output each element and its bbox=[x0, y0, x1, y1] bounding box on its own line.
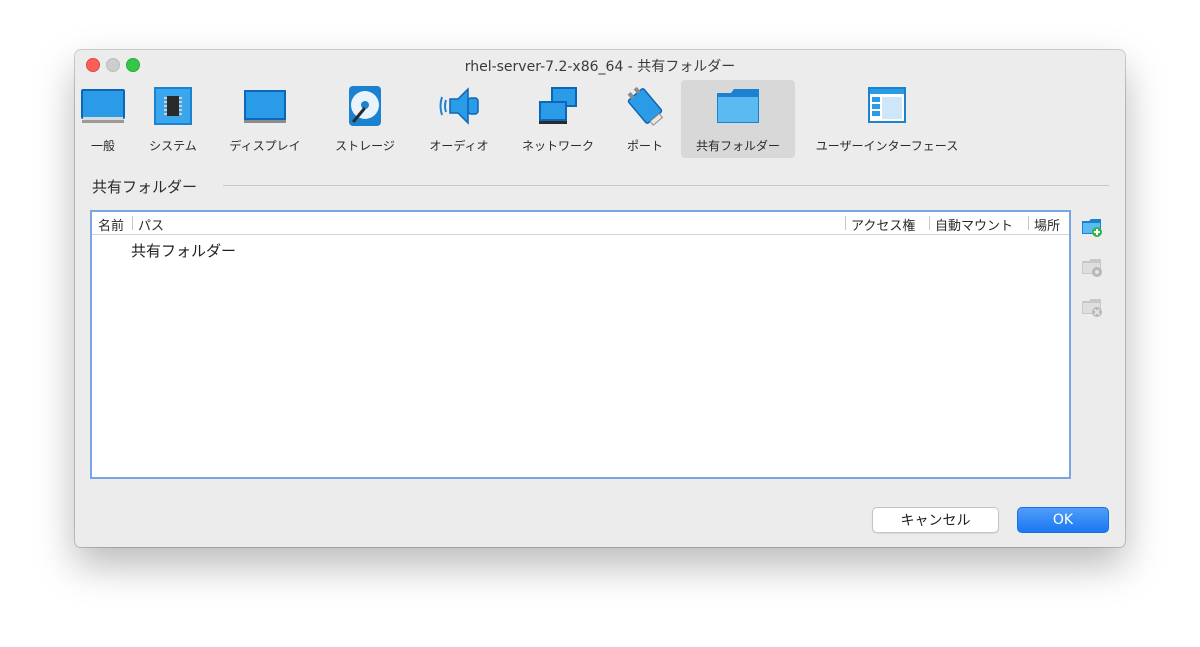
column-header-path[interactable]: パス bbox=[138, 215, 164, 234]
network-icon bbox=[535, 85, 581, 127]
tab-shared-folders[interactable]: 共有フォルダー bbox=[681, 80, 795, 158]
add-shared-folder-button[interactable] bbox=[1081, 216, 1103, 238]
tab-general[interactable]: 一般 bbox=[79, 80, 127, 158]
column-separator bbox=[845, 216, 846, 230]
tab-audio-label: オーディオ bbox=[429, 139, 489, 153]
settings-toolbar: 一般 システム ディスプレイ ストレージ オーディオ ネットワーク ポート 共有… bbox=[75, 80, 1125, 158]
window-title: rhel-server-7.2-x86_64 - 共有フォルダー bbox=[464, 59, 736, 75]
tab-storage[interactable]: ストレージ bbox=[325, 80, 405, 158]
ok-button[interactable]: OK bbox=[1017, 507, 1109, 533]
column-header-name[interactable]: 名前 bbox=[98, 215, 124, 234]
system-chip-icon bbox=[150, 85, 196, 127]
general-icon bbox=[80, 85, 126, 127]
column-header-auto-mount[interactable]: 自動マウント bbox=[935, 215, 1013, 234]
tab-system-label: システム bbox=[149, 139, 197, 153]
column-header-location[interactable]: 場所 bbox=[1034, 215, 1060, 234]
tab-audio[interactable]: オーディオ bbox=[419, 80, 499, 158]
title-bar[interactable]: rhel-server-7.2-x86_64 - 共有フォルダー bbox=[75, 50, 1125, 80]
remove-shared-folder-icon bbox=[1082, 299, 1102, 317]
tab-network[interactable]: ネットワーク bbox=[513, 80, 603, 158]
edit-shared-folder-button[interactable] bbox=[1081, 256, 1103, 278]
tab-ports-label: ポート bbox=[626, 139, 663, 153]
table-row[interactable]: 共有フォルダー bbox=[131, 240, 236, 261]
port-plug-icon bbox=[622, 85, 668, 127]
column-separator bbox=[132, 216, 133, 230]
tab-network-label: ネットワーク bbox=[521, 139, 594, 153]
column-separator bbox=[929, 216, 930, 230]
settings-window: rhel-server-7.2-x86_64 - 共有フォルダー 一般 システム… bbox=[75, 50, 1125, 547]
section-divider bbox=[223, 185, 1109, 186]
tab-shared-folders-label: 共有フォルダー bbox=[695, 139, 780, 153]
tab-display[interactable]: ディスプレイ bbox=[221, 80, 309, 158]
column-separator bbox=[1028, 216, 1029, 230]
user-interface-icon bbox=[864, 85, 910, 127]
tab-storage-label: ストレージ bbox=[335, 139, 395, 153]
tab-display-label: ディスプレイ bbox=[229, 139, 301, 153]
shared-folder-icon bbox=[715, 85, 761, 127]
display-icon bbox=[242, 85, 288, 127]
tab-user-interface[interactable]: ユーザーインターフェース bbox=[807, 80, 967, 158]
audio-speaker-icon bbox=[436, 85, 482, 127]
tab-general-label: 一般 bbox=[90, 139, 115, 153]
cancel-button[interactable]: キャンセル bbox=[872, 507, 999, 533]
storage-disk-icon bbox=[342, 85, 388, 127]
edit-shared-folder-icon bbox=[1082, 259, 1102, 277]
remove-shared-folder-button[interactable] bbox=[1081, 296, 1103, 318]
section-title: 共有フォルダー bbox=[92, 178, 198, 196]
tab-ports[interactable]: ポート bbox=[615, 80, 675, 158]
shared-folders-table[interactable]: 名前 パス アクセス権 自動マウント 場所 共有フォルダー bbox=[90, 210, 1071, 479]
add-shared-folder-icon bbox=[1082, 219, 1102, 237]
tab-system[interactable]: システム bbox=[141, 80, 205, 158]
column-header-access[interactable]: アクセス権 bbox=[851, 215, 915, 234]
tab-user-interface-label: ユーザーインターフェース bbox=[815, 139, 959, 153]
table-header: 名前 パス アクセス権 自動マウント 場所 bbox=[92, 212, 1069, 235]
